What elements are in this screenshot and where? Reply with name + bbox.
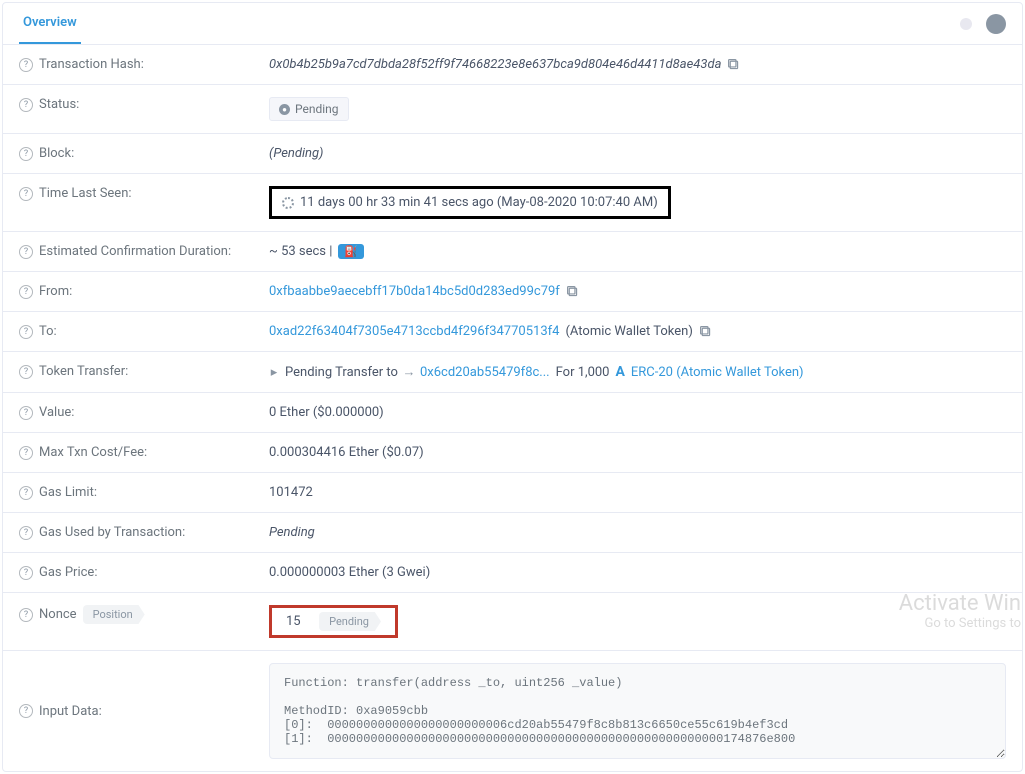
to-address-link[interactable]: 0xad22f63404f7305e4713ccbd4f296f34770513… bbox=[269, 324, 559, 339]
row-from: ? From: 0xfbaabbe9aecebff17b0da14bc5d0d2… bbox=[3, 272, 1022, 312]
help-icon[interactable]: ? bbox=[19, 486, 33, 500]
label-max-txn: Max Txn Cost/Fee: bbox=[39, 445, 147, 460]
gas-price-value: 0.000000003 Ether (3 Gwei) bbox=[269, 565, 430, 580]
est-conf-value: ~ 53 secs | bbox=[269, 244, 332, 259]
tab-right-controls bbox=[960, 14, 1006, 34]
label-nonce: Nonce bbox=[39, 607, 77, 622]
label-gas-used: Gas Used by Transaction: bbox=[39, 525, 185, 540]
row-max-txn: ? Max Txn Cost/Fee: 0.000304416 Ether ($… bbox=[3, 433, 1022, 473]
label-txn-hash: Transaction Hash: bbox=[39, 57, 144, 72]
help-icon[interactable]: ? bbox=[19, 704, 33, 718]
value-amount: 0 Ether ($0.000000) bbox=[269, 405, 384, 420]
row-time-last-seen: ? Time Last Seen: 11 days 00 hr 33 min 4… bbox=[3, 174, 1022, 232]
row-status: ? Status: ● Pending bbox=[3, 85, 1022, 134]
gas-used-value: Pending bbox=[269, 525, 315, 540]
help-icon[interactable]: ? bbox=[19, 526, 33, 540]
copy-icon[interactable] bbox=[727, 58, 740, 71]
help-icon[interactable]: ? bbox=[19, 285, 33, 299]
time-last-seen-highlight: 11 days 00 hr 33 min 41 secs ago (May-08… bbox=[269, 186, 671, 219]
label-from: From: bbox=[39, 284, 72, 299]
row-input-data: ? Input Data: Function: transfer(address… bbox=[3, 651, 1022, 771]
tab-overview[interactable]: Overview bbox=[19, 3, 81, 44]
label-value: Value: bbox=[39, 405, 74, 420]
label-input-data: Input Data: bbox=[39, 704, 102, 719]
position-pill: Position bbox=[83, 605, 145, 624]
time-last-seen-value: 11 days 00 hr 33 min 41 secs ago (May-08… bbox=[300, 195, 658, 210]
help-icon[interactable]: ? bbox=[19, 98, 33, 112]
tab-bar: Overview bbox=[3, 3, 1022, 45]
status-text: Pending bbox=[295, 102, 339, 116]
row-nonce: ? Nonce Position 15 Pending bbox=[3, 593, 1022, 651]
nonce-value: 15 bbox=[286, 614, 301, 629]
row-token-transfer: ? Token Transfer: ▸ Pending Transfer to … bbox=[3, 352, 1022, 393]
details-rows: ? Transaction Hash: 0x0b4b25b9a7cd7dbda2… bbox=[3, 45, 1022, 771]
help-icon[interactable]: ? bbox=[19, 608, 33, 622]
clock-icon: ● bbox=[279, 104, 290, 115]
label-to: To: bbox=[39, 324, 57, 339]
indicator-dot-large[interactable] bbox=[986, 14, 1006, 34]
row-est-conf: ? Estimated Confirmation Duration: ~ 53 … bbox=[3, 232, 1022, 272]
gas-limit-value: 101472 bbox=[269, 485, 313, 500]
transfer-address-link[interactable]: 0x6cd20ab55479f8c... bbox=[420, 365, 550, 380]
copy-icon[interactable] bbox=[566, 285, 579, 298]
max-txn-value: 0.000304416 Ether ($0.07) bbox=[269, 445, 424, 460]
help-icon[interactable]: ? bbox=[19, 147, 33, 161]
help-icon[interactable]: ? bbox=[19, 566, 33, 580]
help-icon[interactable]: ? bbox=[19, 325, 33, 339]
row-to: ? To: 0xad22f63404f7305e4713ccbd4f296f34… bbox=[3, 312, 1022, 352]
transfer-prefix: Pending Transfer to bbox=[285, 365, 398, 380]
help-icon[interactable]: ? bbox=[19, 58, 33, 72]
arrow-right-icon: → bbox=[404, 367, 414, 377]
label-block: Block: bbox=[39, 146, 74, 161]
row-gas-used: ? Gas Used by Transaction: Pending bbox=[3, 513, 1022, 553]
txn-hash-value: 0x0b4b25b9a7cd7dbda28f52ff9f74668223e8e6… bbox=[269, 57, 721, 72]
row-gas-limit: ? Gas Limit: 101472 bbox=[3, 473, 1022, 513]
row-value: ? Value: 0 Ether ($0.000000) bbox=[3, 393, 1022, 433]
help-icon[interactable]: ? bbox=[19, 446, 33, 460]
label-gas-price: Gas Price: bbox=[39, 565, 97, 580]
copy-icon[interactable] bbox=[699, 325, 712, 338]
help-icon[interactable]: ? bbox=[19, 406, 33, 420]
transfer-for: For 1,000 bbox=[556, 365, 610, 380]
indicator-dot-small bbox=[960, 18, 972, 30]
status-badge: ● Pending bbox=[269, 97, 349, 121]
to-name: (Atomic Wallet Token) bbox=[565, 324, 692, 339]
nonce-highlight: 15 Pending bbox=[269, 605, 398, 638]
row-txn-hash: ? Transaction Hash: 0x0b4b25b9a7cd7dbda2… bbox=[3, 45, 1022, 85]
label-status: Status: bbox=[39, 97, 79, 112]
gas-tracker-icon[interactable]: ⛽ bbox=[338, 244, 364, 259]
input-data-box[interactable]: Function: transfer(address _to, uint256 … bbox=[269, 663, 1006, 759]
label-time-last-seen: Time Last Seen: bbox=[39, 186, 132, 201]
nonce-pending-pill: Pending bbox=[319, 612, 381, 631]
from-address-link[interactable]: 0xfbaabbe9aecebff17b0da14bc5d0d283ed99c7… bbox=[269, 284, 560, 299]
help-icon[interactable]: ? bbox=[19, 245, 33, 259]
help-icon[interactable]: ? bbox=[19, 187, 33, 201]
help-icon[interactable]: ? bbox=[19, 365, 33, 379]
row-block: ? Block: (Pending) bbox=[3, 134, 1022, 174]
spinner-icon bbox=[282, 197, 294, 209]
caret-right-icon: ▸ bbox=[269, 367, 279, 377]
label-est-conf: Estimated Confirmation Duration: bbox=[39, 244, 231, 259]
label-gas-limit: Gas Limit: bbox=[39, 485, 97, 500]
token-logo-icon: A bbox=[616, 364, 625, 380]
row-gas-price: ? Gas Price: 0.000000003 Ether (3 Gwei) bbox=[3, 553, 1022, 593]
erc20-link[interactable]: ERC-20 (Atomic Wallet Token) bbox=[631, 365, 804, 380]
label-token-transfer: Token Transfer: bbox=[39, 364, 128, 379]
transaction-card: Overview ? Transaction Hash: 0x0b4b25b9a… bbox=[2, 2, 1023, 772]
block-value: (Pending) bbox=[269, 146, 323, 161]
